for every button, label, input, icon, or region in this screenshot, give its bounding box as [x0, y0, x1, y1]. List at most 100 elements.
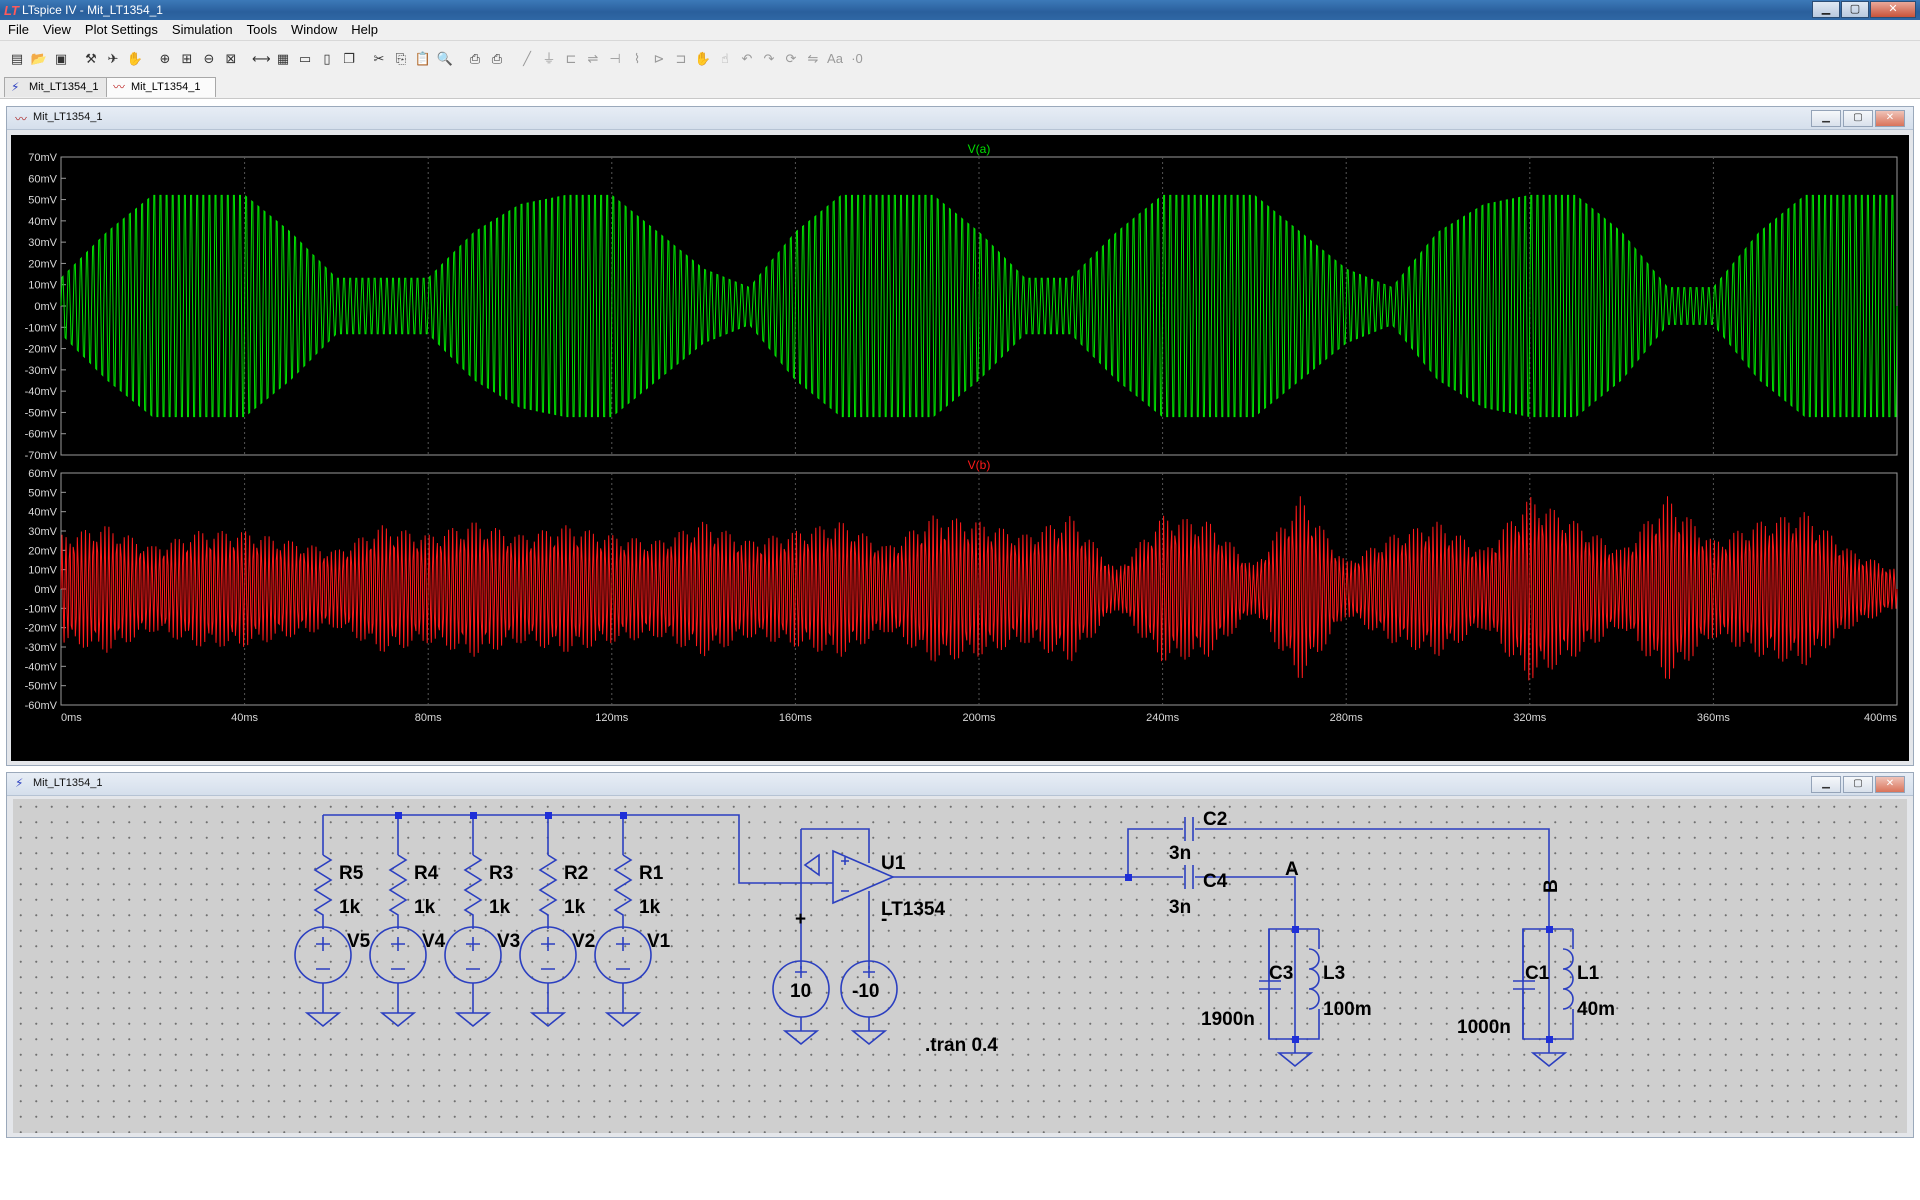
- junction-dot: [545, 812, 552, 819]
- capacitor-c4: [1184, 865, 1194, 889]
- print-icon[interactable]: ⎙: [488, 50, 506, 67]
- tran-directive: .tran 0.4: [925, 1035, 998, 1056]
- cut-icon[interactable]: ✂: [370, 50, 388, 67]
- capacitor-icon[interactable]: ⊣: [606, 50, 624, 67]
- window-controls: ▁ ▢ ✕: [1811, 1, 1916, 18]
- zoom-out-icon[interactable]: ⊖: [200, 50, 218, 67]
- maximize-button[interactable]: ▢: [1843, 110, 1873, 127]
- junction-dot: [1292, 926, 1299, 933]
- undo-icon[interactable]: ↶: [738, 50, 756, 67]
- schematic-window: ⚡ Mit_LT1354_1 ▁ ▢ ✕ R5 1k R4 1k R3 1k R…: [6, 772, 1914, 1138]
- zoom-fit-icon[interactable]: ⊠: [222, 50, 240, 67]
- menu-simulation[interactable]: Simulation: [166, 20, 239, 37]
- source-v1: [594, 926, 652, 984]
- net-label-a: A: [1285, 859, 1299, 880]
- zoom-area-icon[interactable]: ⊞: [178, 50, 196, 67]
- move-icon[interactable]: ✋: [694, 50, 712, 67]
- y-tick-label: -70mV: [25, 450, 58, 462]
- x-tick-label: 40ms: [231, 712, 258, 724]
- menu-plot-settings[interactable]: Plot Settings: [79, 20, 164, 37]
- open-icon[interactable]: 📂: [30, 50, 48, 67]
- ground-icon[interactable]: ⏚: [540, 50, 558, 67]
- tile-horizontal-icon[interactable]: ▭: [296, 50, 314, 67]
- plot-pane-1[interactable]: V(a) 70mV 60mV 50mV 40mV 30mV 20mV 10mV 0mV -10mV…: [25, 142, 1898, 462]
- resistor-r3: [463, 854, 483, 929]
- c1-value: 1000n: [1457, 1017, 1511, 1038]
- zoom-in-icon[interactable]: ⊕: [156, 50, 174, 67]
- waveform-plot[interactable]: V(a) 70mV 60mV 50mV 40mV 30mV 20mV 10mV 0mV -10mV…: [11, 135, 1909, 761]
- new-schematic-icon[interactable]: ▤: [8, 50, 26, 67]
- menu-help[interactable]: Help: [345, 20, 384, 37]
- ground-symbol: [529, 1012, 567, 1028]
- menu-view[interactable]: View: [37, 20, 77, 37]
- tab-schematic[interactable]: ⚡ Mit_LT1354_1: [4, 77, 108, 97]
- minimize-button[interactable]: ▁: [1812, 1, 1840, 18]
- c3-value: 1900n: [1201, 1009, 1255, 1030]
- control-panel-icon[interactable]: ⚒: [82, 50, 100, 67]
- c4-ref: C4: [1203, 871, 1228, 892]
- drag-icon[interactable]: ☝: [716, 50, 734, 67]
- find-icon[interactable]: 🔍: [436, 50, 454, 67]
- l3-ref: L3: [1323, 963, 1345, 984]
- component-icon[interactable]: ⊐: [672, 50, 690, 67]
- autorange-icon[interactable]: ⟷: [252, 50, 271, 67]
- waveform-window-title: Mit_LT1354_1: [33, 111, 103, 123]
- plot-area[interactable]: V(a) 70mV 60mV 50mV 40mV 30mV 20mV 10mV 0mV -10mV…: [11, 135, 1909, 761]
- pan-icon[interactable]: ✋: [126, 50, 144, 67]
- source-v2: [519, 926, 577, 984]
- y-tick-label: 40mV: [28, 507, 57, 519]
- cascade-icon[interactable]: ❐: [340, 50, 358, 67]
- schematic-drawing[interactable]: R5 1k R4 1k R3 1k R2 1k R1 1k V5 V4 V3 V…: [13, 799, 1907, 1133]
- r5-value: 1k: [339, 897, 361, 918]
- junction-dot: [620, 812, 627, 819]
- draw-wire-icon[interactable]: ╱: [518, 50, 536, 67]
- tile-vertical-icon[interactable]: ▯: [318, 50, 336, 67]
- menu-tools[interactable]: Tools: [241, 20, 283, 37]
- y-tick-label: 30mV: [28, 526, 57, 538]
- c1-ref: C1: [1525, 963, 1550, 984]
- plot-pane-2[interactable]: V(b) 60mV 50mV 40mV 30mV 20mV 10mV 0mV -10mV -20m…: [25, 458, 1898, 712]
- inductor-icon[interactable]: ⌇: [628, 50, 646, 67]
- maximize-button[interactable]: ▢: [1841, 1, 1869, 18]
- resistor-r2: [538, 854, 558, 929]
- maximize-button[interactable]: ▢: [1843, 776, 1873, 793]
- print-preview-icon[interactable]: ⎙: [466, 50, 484, 67]
- redo-icon[interactable]: ↷: [760, 50, 778, 67]
- close-button[interactable]: ✕: [1875, 776, 1905, 793]
- y-tick-label: -20mV: [25, 344, 58, 356]
- junction-dot: [470, 812, 477, 819]
- copy-icon[interactable]: ⎘: [392, 50, 410, 67]
- document-tabs: ⚡ Mit_LT1354_1 〰 Mit_LT1354_1: [0, 74, 1920, 99]
- rotate-icon[interactable]: ⟳: [782, 50, 800, 67]
- y-tick-label: -10mV: [25, 322, 58, 334]
- opamp-plus: +: [795, 909, 806, 930]
- y-tick-label: 40mV: [28, 216, 57, 228]
- paste-icon[interactable]: 📋: [414, 50, 432, 67]
- text-icon[interactable]: Aa: [826, 50, 844, 67]
- resistor-r4: [388, 854, 408, 929]
- x-tick-label: 280ms: [1330, 712, 1364, 724]
- r2-value: 1k: [564, 897, 586, 918]
- opamp-ref: U1: [881, 853, 906, 874]
- label-net-icon[interactable]: ⊏: [562, 50, 580, 67]
- save-icon[interactable]: ▣: [52, 50, 70, 67]
- mirror-icon[interactable]: ⇋: [804, 50, 822, 67]
- y-tick-label: 30mV: [28, 237, 57, 249]
- resistor-icon[interactable]: ⇌: [584, 50, 602, 67]
- l1-ref: L1: [1577, 963, 1600, 984]
- toggle-grid-icon[interactable]: ▦: [274, 50, 292, 67]
- schematic-canvas[interactable]: R5 1k R4 1k R3 1k R2 1k R1 1k V5 V4 V3 V…: [13, 799, 1907, 1133]
- menu-window[interactable]: Window: [285, 20, 343, 37]
- spice-directive-icon[interactable]: ·0: [848, 50, 866, 67]
- diode-icon[interactable]: ⊳: [650, 50, 668, 67]
- close-button[interactable]: ✕: [1870, 1, 1916, 18]
- close-button[interactable]: ✕: [1875, 110, 1905, 127]
- run-icon[interactable]: ✈: [104, 50, 122, 67]
- minimize-button[interactable]: ▁: [1811, 776, 1841, 793]
- opamp-model: LT1354: [881, 899, 946, 920]
- minimize-button[interactable]: ▁: [1811, 110, 1841, 127]
- resistor-r5: [313, 854, 333, 929]
- l3-value: 100m: [1323, 999, 1372, 1020]
- tab-waveform[interactable]: 〰 Mit_LT1354_1: [106, 77, 216, 97]
- menu-file[interactable]: File: [2, 20, 35, 37]
